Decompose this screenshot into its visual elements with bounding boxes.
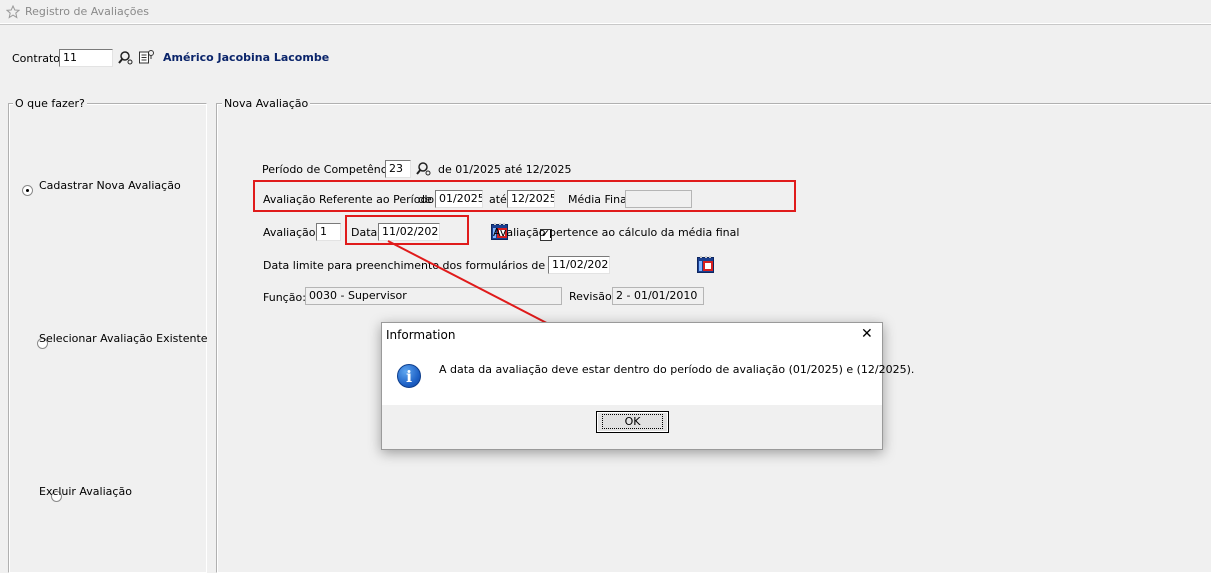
dialog-message: A data da avaliação deve estar dentro do… — [439, 363, 915, 376]
dialog-body — [382, 347, 882, 405]
ok-button-label: OK — [601, 414, 664, 429]
annotation-arrow — [387, 240, 601, 351]
dialog-title: Information — [386, 328, 456, 342]
close-icon[interactable]: ✕ — [861, 327, 873, 341]
ok-button[interactable]: OK — [596, 411, 669, 433]
information-dialog: Information ✕ i A data da avaliação deve… — [381, 322, 914, 450]
info-icon: i — [397, 364, 421, 388]
dialog-titlebar: Information — [382, 323, 882, 347]
